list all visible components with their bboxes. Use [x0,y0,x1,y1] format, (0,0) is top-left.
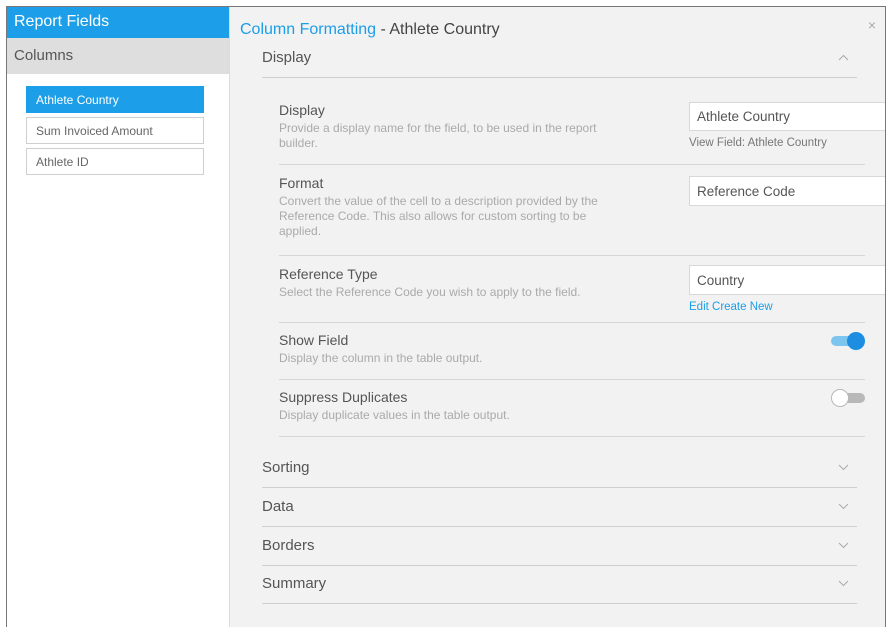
section-display[interactable]: Display [262,40,857,78]
report-fields-panel: Report Fields Columns Athlete Country Su… [7,7,230,627]
column-list: Athlete Country Sum Invoiced Amount Athl… [7,74,229,175]
reference-type-dropdown-button[interactable] [885,265,886,295]
section-borders[interactable]: Borders [262,528,857,566]
section-sorting-label: Sorting [262,459,310,476]
show-field-title: Show Field [279,332,349,348]
column-item-athlete-id[interactable]: Athlete ID [26,148,204,175]
page-title: Column Formatting - Athlete Country [240,21,500,39]
section-display-label: Display [262,49,312,66]
format-dropdown-button[interactable] [885,176,886,206]
display-name-input[interactable]: Athlete Country [689,102,885,131]
section-summary[interactable]: Summary [262,566,857,604]
close-icon[interactable]: × [868,17,876,33]
suppress-duplicates-toggle[interactable] [831,389,865,407]
report-fields-header: Report Fields [7,7,229,38]
edit-create-new-links[interactable]: Edit Create New [689,301,773,313]
column-item-athlete-country[interactable]: Athlete Country [26,86,204,113]
view-field-note: View Field: Athlete Country [689,137,827,149]
reference-type-row: Reference Type Select the Reference Code… [279,265,885,323]
format-select[interactable]: Reference Code [689,176,886,206]
display-row: Display Provide a display name for the f… [279,102,885,165]
reference-type-select[interactable]: Country [689,265,886,295]
reference-type-select-value: Country [697,273,745,288]
show-field-toggle[interactable] [831,332,865,350]
report-window: Report Fields Columns Athlete Country Su… [6,6,886,627]
toggle-knob [847,332,865,350]
format-row: Format Convert the value of the cell to … [279,175,885,256]
chevron-down-icon [838,580,849,587]
section-sorting[interactable]: Sorting [262,450,857,488]
reference-type-description: Select the Reference Code you wish to ap… [279,285,581,299]
title-accent: Column Formatting [240,21,377,38]
section-summary-label: Summary [262,575,327,592]
show-field-row: Show Field Display the column in the tab… [279,332,865,380]
chevron-down-icon [838,542,849,549]
suppress-duplicates-title: Suppress Duplicates [279,389,408,405]
columns-subheader: Columns [7,38,229,74]
section-data[interactable]: Data [262,489,857,527]
suppress-duplicates-row: Suppress Duplicates Display duplicate va… [279,389,865,437]
format-select-value: Reference Code [697,184,796,199]
chevron-down-icon [838,503,849,510]
suppress-duplicates-description: Display duplicate values in the table ou… [279,408,510,422]
section-data-label: Data [262,498,294,515]
show-field-description: Display the column in the table output. [279,351,483,365]
title-rest: - Athlete Country [376,21,500,38]
toggle-knob [831,389,849,407]
format-description: Convert the value of the cell to a descr… [279,194,598,238]
chevron-up-icon [838,54,849,61]
display-description: Provide a display name for the field, to… [279,121,597,150]
section-borders-label: Borders [262,537,315,554]
chevron-down-icon [838,464,849,471]
column-formatting-panel: Column Formatting - Athlete Country × Di… [231,7,885,627]
column-item-sum-invoiced-amount[interactable]: Sum Invoiced Amount [26,117,204,144]
